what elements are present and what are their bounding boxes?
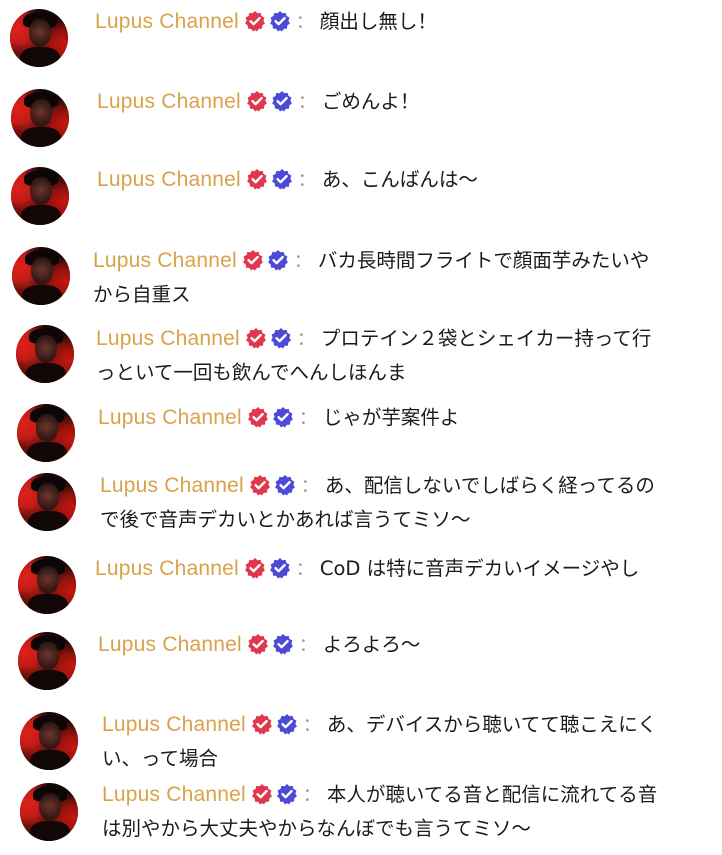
username[interactable]: Lupus Channel [102, 713, 246, 736]
chat-log: Lupus Channel：顔出し無し！ Lupus Channel：ごめんよ！… [0, 0, 722, 855]
message-text: じゃが芋案件よ [322, 406, 460, 429]
separator: ： [297, 92, 316, 113]
badges [251, 713, 301, 745]
badges [246, 168, 296, 200]
badges [244, 557, 294, 589]
badges [247, 633, 297, 665]
blue-verified-check-icon [271, 91, 292, 112]
badges [251, 783, 301, 815]
username[interactable]: Lupus Channel [102, 783, 246, 806]
message-text: あ、配信しないでしばらく経ってるの [324, 474, 655, 497]
message-text-continued: で後で音声デカいとかあれば言うてミソ〜 [100, 508, 471, 531]
blue-verified-check-icon [272, 634, 293, 655]
badges [246, 90, 296, 122]
avatar[interactable] [18, 632, 76, 690]
message-text-continued: い、って場合 [102, 747, 219, 770]
message-text: 本人が聴いてる音と配信に流れてる音 [326, 783, 658, 806]
avatar[interactable] [20, 712, 78, 770]
message-text-continued: は別やから大丈夫やからなんぼでも言うてミソ〜 [102, 817, 532, 840]
avatar[interactable] [12, 247, 70, 305]
message-text: CoD は特に音声デカいイメージやし [319, 557, 640, 580]
red-verified-check-icon [242, 250, 263, 271]
badges [244, 10, 294, 42]
message-text: ごめんよ！ [321, 90, 420, 113]
avatar[interactable] [11, 89, 69, 147]
red-verified-check-icon [247, 407, 268, 428]
red-verified-check-icon [244, 558, 265, 579]
separator: ： [297, 170, 316, 191]
badges [249, 474, 299, 506]
username[interactable]: Lupus Channel [97, 168, 241, 191]
badges [242, 249, 292, 281]
separator: ： [300, 476, 319, 497]
username[interactable]: Lupus Channel [95, 10, 239, 33]
separator: ： [302, 715, 321, 736]
avatar[interactable] [18, 473, 76, 531]
badges [247, 406, 297, 438]
avatar[interactable] [11, 167, 69, 225]
username[interactable]: Lupus Channel [93, 249, 237, 272]
blue-verified-check-icon [276, 784, 297, 805]
blue-verified-check-icon [276, 714, 297, 735]
red-verified-check-icon [244, 11, 265, 32]
username[interactable]: Lupus Channel [100, 474, 244, 497]
avatar[interactable] [18, 556, 76, 614]
red-verified-check-icon [246, 169, 267, 190]
red-verified-check-icon [249, 475, 270, 496]
message-text: バカ長時間フライトで顔面芋みたいや [317, 249, 650, 272]
separator: ： [298, 635, 317, 656]
message-text: あ、デバイスから聴いてて聴こえにく [326, 713, 657, 736]
blue-verified-check-icon [271, 169, 292, 190]
separator: ： [302, 785, 321, 806]
message-text: プロテイン２袋とシェイカー持って行 [320, 327, 652, 350]
separator: ： [296, 329, 315, 350]
blue-verified-check-icon [267, 250, 288, 271]
blue-verified-check-icon [270, 328, 291, 349]
message-text: よろよろ〜 [322, 633, 421, 656]
blue-verified-check-icon [269, 11, 290, 32]
message-text-continued: っといて一回も飲んでへんしほんま [96, 361, 407, 384]
username[interactable]: Lupus Channel [97, 90, 241, 113]
separator: ： [298, 408, 317, 429]
username[interactable]: Lupus Channel [96, 327, 240, 350]
username[interactable]: Lupus Channel [98, 633, 242, 656]
username[interactable]: Lupus Channel [95, 557, 239, 580]
message-text: あ、こんばんは〜 [321, 168, 478, 191]
red-verified-check-icon [245, 328, 266, 349]
blue-verified-check-icon [274, 475, 295, 496]
username[interactable]: Lupus Channel [98, 406, 242, 429]
avatar[interactable] [10, 9, 68, 67]
separator: ： [295, 12, 314, 33]
avatar[interactable] [20, 783, 78, 841]
red-verified-check-icon [251, 784, 272, 805]
red-verified-check-icon [251, 714, 272, 735]
red-verified-check-icon [247, 634, 268, 655]
message-text-continued: から自重ス [93, 283, 191, 306]
blue-verified-check-icon [269, 558, 290, 579]
message-text: 顔出し無し！ [319, 10, 437, 33]
blue-verified-check-icon [272, 407, 293, 428]
avatar[interactable] [17, 404, 75, 462]
separator: ： [295, 559, 314, 580]
red-verified-check-icon [246, 91, 267, 112]
separator: ： [293, 251, 312, 272]
badges [245, 327, 295, 359]
avatar[interactable] [16, 325, 74, 383]
